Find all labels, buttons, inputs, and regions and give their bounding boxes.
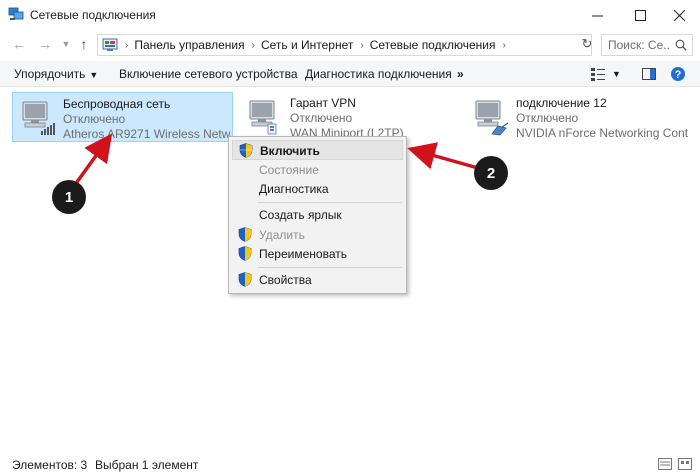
annotation-arrows (75, 133, 479, 184)
details-view-icon[interactable] (658, 458, 672, 470)
large-icons-view-icon[interactable] (678, 458, 692, 470)
status-bar: Элементов: 3 Выбран 1 элемент (0, 454, 700, 474)
selection-count: Выбран 1 элемент (95, 458, 199, 472)
annotation-arrow-2 (407, 142, 479, 170)
callout-2: 2 (474, 156, 508, 190)
item-count: Элементов: 3 (12, 458, 88, 472)
annotation-arrow-1 (75, 133, 113, 184)
callout-1: 1 (52, 180, 86, 214)
